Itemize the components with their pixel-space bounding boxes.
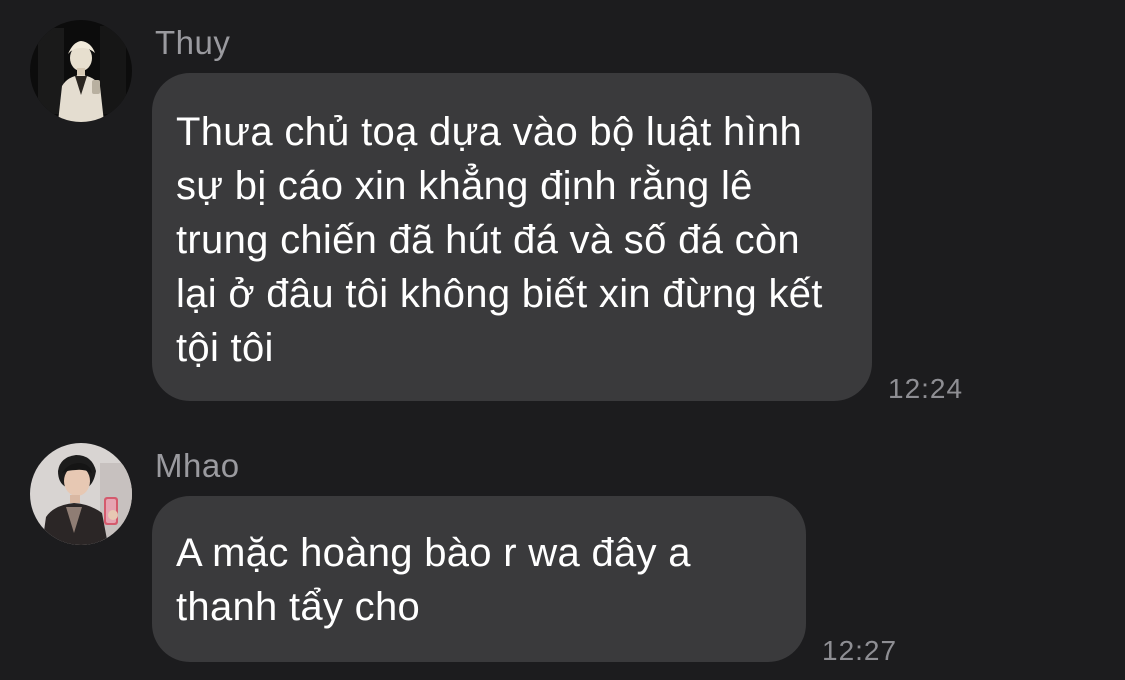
avatar-photo xyxy=(30,20,132,122)
message-timestamp: 12:27 xyxy=(822,635,898,666)
message-text: A mặc hoàng bào r wa đây a thanh tẩy cho xyxy=(176,531,691,629)
sender-name: Thuy xyxy=(155,24,231,61)
sender-name: Mhao xyxy=(155,447,240,484)
message-row: Thuy Thưa chủ toạ dựa vào bộ luật hình s… xyxy=(0,0,1125,420)
avatar-photo xyxy=(30,443,132,545)
message-row: Mhao A mặc hoàng bào r wa đây a thanh tẩ… xyxy=(0,425,1125,680)
message-bubble[interactable]: A mặc hoàng bào r wa đây a thanh tẩy cho xyxy=(152,496,806,662)
message-bubble[interactable]: Thưa chủ toạ dựa vào bộ luật hình sự bị … xyxy=(152,73,872,401)
message-timestamp: 12:24 xyxy=(888,373,964,404)
avatar[interactable] xyxy=(30,443,132,545)
avatar[interactable] xyxy=(30,20,132,122)
message-text: Thưa chủ toạ dựa vào bộ luật hình sự bị … xyxy=(176,110,823,370)
